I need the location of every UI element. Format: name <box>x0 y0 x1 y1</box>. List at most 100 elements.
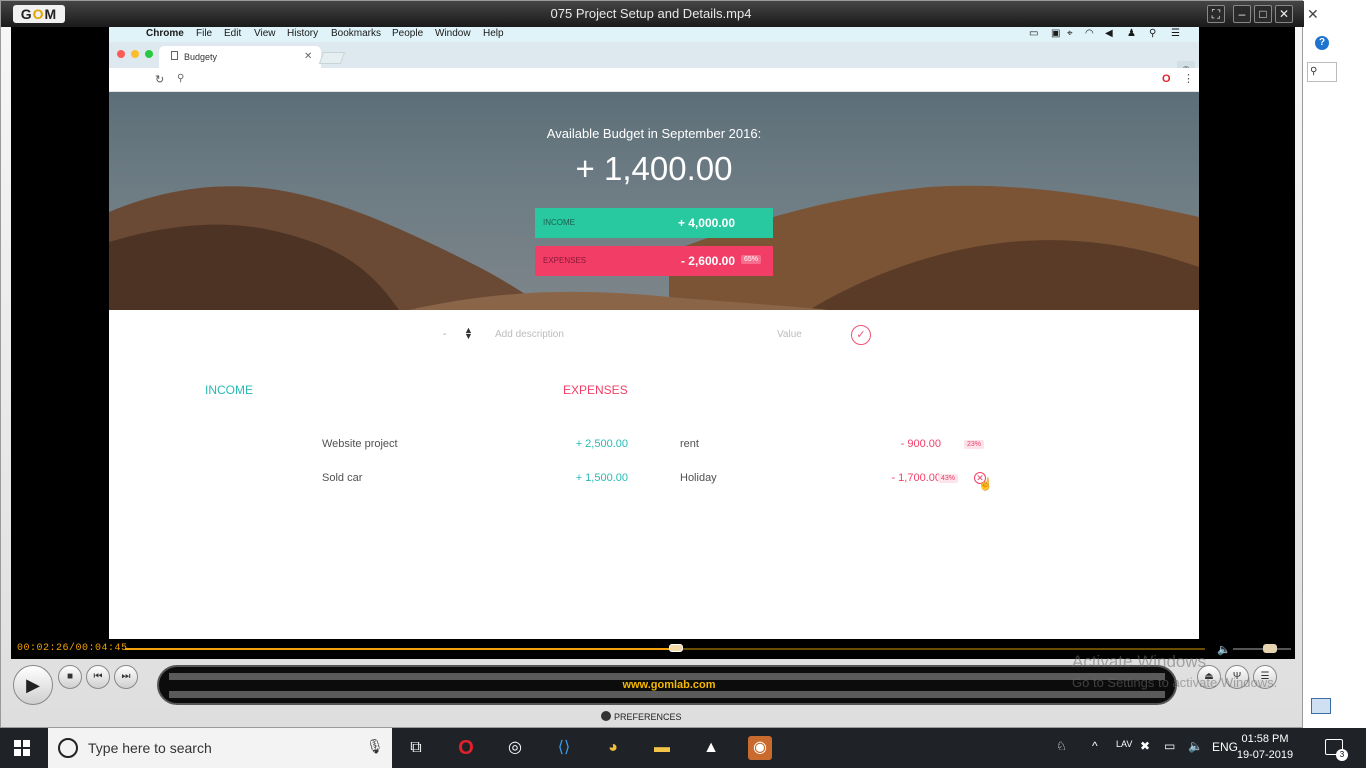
gom-player-window: GOM 075 Project Setup and Details.mp4 ⛶ … <box>0 0 1304 728</box>
stop-button[interactable]: ■ <box>58 665 82 689</box>
gomlab-link[interactable]: www.gomlab.com <box>159 679 1179 691</box>
seek-progress <box>125 648 676 650</box>
window-icon: ▭ <box>1029 28 1039 39</box>
notification-count: 3 <box>1336 749 1348 761</box>
menu-item[interactable]: Edit <box>224 28 241 39</box>
tab-label: Budgety <box>184 52 218 62</box>
menu-item[interactable]: Chrome <box>146 28 184 39</box>
battery-icon[interactable]: ▭ <box>1164 739 1175 753</box>
menu-item[interactable]: Help <box>483 28 504 39</box>
taskbar-search[interactable]: Type here to search 🎙 <box>48 728 392 768</box>
wifi-icon: ◠ <box>1085 28 1094 39</box>
show-hidden-icons[interactable]: ^ <box>1092 739 1098 753</box>
close-icon[interactable]: ✕ <box>1307 6 1319 23</box>
close-light-icon[interactable] <box>117 50 125 58</box>
zoom-light-icon[interactable] <box>145 50 153 58</box>
help-icon[interactable]: ? <box>1315 36 1329 50</box>
opera-icon[interactable]: O <box>1162 73 1171 85</box>
menu-item[interactable]: History <box>287 28 318 39</box>
item-description: Website project <box>322 438 398 450</box>
list-icon: ☰ <box>1171 28 1180 39</box>
expenses-summary-value: - 2,600.00 <box>680 254 735 268</box>
expenses-heading: EXPENSES <box>563 383 628 397</box>
previous-button[interactable]: ⏮ <box>86 665 110 689</box>
menu-item[interactable]: Bookmarks <box>331 28 381 39</box>
network-icon: ⌖ <box>1067 28 1073 39</box>
user-icon: ♟ <box>1127 28 1136 39</box>
mountains-background <box>109 185 1199 310</box>
fullscreen-icon[interactable]: ⛶ <box>1207 5 1225 23</box>
chrome-icon[interactable]: ◕ <box>601 736 625 760</box>
menu-item[interactable]: View <box>254 28 276 39</box>
expenses-summary-label: Expenses <box>543 256 587 265</box>
volume-slider[interactable] <box>1233 648 1291 650</box>
opera-icon[interactable]: O <box>454 736 478 760</box>
add-item-row: - ▲ ▼ Add description Value ✓ <box>109 310 1199 380</box>
add-checkmark-button[interactable]: ✓ <box>851 325 871 345</box>
budget-value: + 1,400.00 <box>575 150 733 187</box>
spotlight-icon: ⚲ <box>1149 28 1157 39</box>
income-summary-value: + 4,000.00 <box>677 216 735 230</box>
volume-icon: ◀ <box>1105 28 1113 39</box>
cortana-icon[interactable] <box>58 738 78 758</box>
mac-menu-bar: Chrome File Edit View History Bookmarks … <box>109 27 1199 42</box>
windows-start-icon[interactable] <box>14 740 30 756</box>
monitor-icon[interactable] <box>1311 698 1331 714</box>
menu-item[interactable]: File <box>196 28 212 39</box>
type-select[interactable]: - <box>443 329 446 340</box>
volume-icon[interactable]: 🔈 <box>1188 739 1203 753</box>
close-button[interactable]: ✕ <box>1275 5 1293 23</box>
search-icon[interactable]: ⚲ <box>1307 62 1337 82</box>
menu-item[interactable]: People <box>392 28 423 39</box>
item-value: - 900.00 <box>900 438 941 450</box>
income-summary: Income + 4,000.00 <box>535 208 773 238</box>
menu-dots-icon[interactable]: ⋮ <box>1183 72 1194 85</box>
title-bar: GOM 075 Project Setup and Details.mp4 ⛶ … <box>1 1 1304 27</box>
gom-logo[interactable]: GOM <box>13 5 65 23</box>
item-value: + 2,500.00 <box>575 438 628 450</box>
select-arrows-icon[interactable]: ▲ ▼ <box>464 326 473 341</box>
preferences-icon <box>601 711 611 721</box>
task-view-icon[interactable]: ⧉ <box>404 736 428 760</box>
expense-list-item: rent - 900.00 23% <box>671 438 991 471</box>
preferences-button[interactable]: PREFERENCES <box>601 711 682 722</box>
lav-icon[interactable]: LAV <box>1116 739 1132 749</box>
chrome-tab-strip: Budgety ✕ ◉ <box>109 42 1199 77</box>
background-app-window: ✕ ? ⚲ <box>1296 0 1366 728</box>
description-input[interactable]: Add description <box>495 329 564 340</box>
photos-icon[interactable]: ▲ <box>699 736 723 760</box>
tab-budgety[interactable]: Budgety ✕ <box>159 46 321 68</box>
maximize-button[interactable]: □ <box>1254 5 1272 23</box>
menu-item[interactable]: Window <box>435 28 471 39</box>
play-button[interactable]: ▶ <box>13 665 53 705</box>
info-panel: www.gomlab.com <box>157 665 1177 705</box>
reload-icon[interactable]: ↻ <box>155 73 164 86</box>
next-button[interactable]: ⏭ <box>114 665 138 689</box>
file-explorer-icon[interactable]: ▬ <box>650 736 674 760</box>
income-list-item: Sold car + 1,500.00 <box>313 472 633 505</box>
people-icon[interactable]: ♘ <box>1056 739 1067 753</box>
clock-date: 19-07-2019 <box>1236 749 1294 761</box>
browser-toolbar: ↻ ⚲ O ⋮ <box>109 68 1199 92</box>
microphone-icon[interactable]: 🎙 <box>366 738 384 755</box>
expenses-percentage-badge: 65% <box>741 255 762 264</box>
income-list-item: Website project + 2,500.00 <box>313 438 633 471</box>
watermark-line-1: Activate Windows <box>1072 652 1207 671</box>
seek-handle[interactable] <box>668 644 683 652</box>
minimize-button[interactable]: – <box>1233 5 1251 23</box>
seek-bar[interactable] <box>125 644 1205 652</box>
media-icon[interactable]: ◎ <box>503 736 527 760</box>
gom-player-taskbar-icon[interactable]: ◉ <box>748 736 772 760</box>
vscode-icon[interactable]: ⟨⟩ <box>552 736 576 760</box>
item-percentage: 43% <box>938 474 959 483</box>
omnibox-search-icon[interactable]: ⚲ <box>177 73 184 84</box>
panel-line <box>169 691 1165 698</box>
clock[interactable]: 01:58 PM 19-07-2019 <box>1230 731 1300 763</box>
item-description: Holiday <box>680 472 717 484</box>
new-tab-button[interactable] <box>318 52 346 64</box>
value-input[interactable]: Value <box>777 329 802 340</box>
minimize-light-icon[interactable] <box>131 50 139 58</box>
tab-close-icon[interactable]: ✕ <box>304 51 312 62</box>
network-icon[interactable]: ✖ <box>1140 739 1150 753</box>
playback-timer: 00:02:26/00:04:45 <box>17 643 128 654</box>
